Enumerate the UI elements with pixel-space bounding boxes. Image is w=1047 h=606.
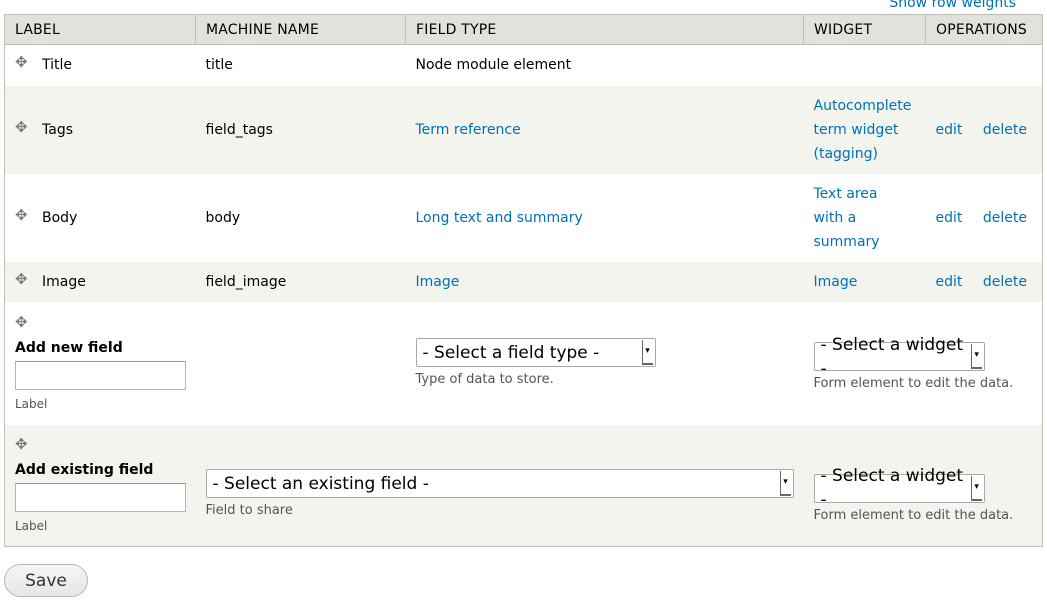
widget-select[interactable]: - Select a widget - ▾ <box>813 335 985 379</box>
label-cell: ✥ Title <box>4 44 196 86</box>
add-new-field-type-cell: - Select a field type - ▾ Type of data t… <box>405 301 804 425</box>
add-existing-field-title: Add existing field <box>15 461 154 478</box>
existing-field-label-input[interactable] <box>15 482 186 512</box>
add-existing-widget-cell: - Select a widget - ▾ Form element to ed… <box>803 424 1043 547</box>
table-header-row: LABEL MACHINE NAME FIELD TYPE WIDGET OPE… <box>4 14 1043 45</box>
widget-link-line: summary <box>813 233 880 250</box>
field-label: Body <box>42 209 78 226</box>
table-row-body: ✥ Body body Long text and summary Text a… <box>4 173 1043 262</box>
new-field-label-input[interactable] <box>15 360 186 390</box>
new-field-label-caption: Label <box>15 396 48 411</box>
delete-link[interactable]: delete <box>983 274 1027 290</box>
table-row-image: ✥ Image field_image Image Image edit del… <box>4 261 1043 302</box>
move-handle-icon[interactable]: ✥ <box>15 207 28 223</box>
machine-name: title <box>195 44 406 86</box>
edit-link[interactable]: edit <box>936 122 963 138</box>
widget-select-value: - Select a widget - <box>820 466 964 510</box>
column-header-label: LABEL <box>4 14 196 45</box>
column-header-field-type: FIELD TYPE <box>405 14 804 45</box>
widget-description: Form element to edit the data. <box>813 376 1014 392</box>
widget-description: Form element to edit the data. <box>813 507 1014 523</box>
machine-name: field_image <box>195 261 406 302</box>
add-new-field-title: Add new field <box>15 339 123 356</box>
add-existing-field-row: ✥ Add existing field Label - Select an e… <box>4 424 1043 547</box>
dropdown-arrow-icon: ▾ <box>970 344 982 370</box>
dropdown-arrow-icon: ▾ <box>641 340 653 365</box>
add-new-label-cell: ✥ Add new field Label <box>4 301 196 425</box>
add-existing-label-cell: ✥ Add existing field Label <box>4 424 196 547</box>
show-row-weights-link[interactable]: Show row weights <box>889 0 1016 12</box>
add-new-widget-cell: - Select a widget - ▾ Form element to ed… <box>803 301 1043 425</box>
field-type-select[interactable]: - Select a field type - ▾ <box>415 338 656 367</box>
widget-link-line: Autocomplete <box>813 97 912 114</box>
move-handle-icon[interactable]: ✥ <box>15 55 28 70</box>
delete-link[interactable]: delete <box>983 210 1027 226</box>
label-cell: ✥ Tags <box>4 85 196 174</box>
operations-cell: edit delete <box>925 261 1043 302</box>
field-label: Tags <box>42 121 73 138</box>
widget-cell <box>803 44 926 86</box>
column-header-operations: OPERATIONS <box>925 14 1043 45</box>
widget-link-line: term widget <box>813 121 899 138</box>
column-header-widget: WIDGET <box>803 14 926 45</box>
dropdown-arrow-icon: ▾ <box>970 475 982 501</box>
widget-select[interactable]: - Select a widget - ▾ <box>813 466 985 510</box>
operations-cell <box>925 44 1043 86</box>
add-new-machine-name-cell <box>195 301 406 425</box>
move-handle-icon[interactable]: ✥ <box>15 436 186 452</box>
field-type-description: Type of data to store. <box>415 372 554 387</box>
table-row-title: ✥ Title title Node module element <box>4 44 1043 86</box>
widget-link[interactable]: Text area with a summary <box>814 186 880 250</box>
widget-link-line: Text area <box>813 185 878 202</box>
edit-link[interactable]: edit <box>936 210 963 226</box>
save-button[interactable]: Save <box>4 564 88 597</box>
manage-fields-table: LABEL MACHINE NAME FIELD TYPE WIDGET OPE… <box>4 14 1043 547</box>
field-type-link[interactable]: Image <box>416 274 460 290</box>
label-cell: ✥ Image <box>4 261 196 302</box>
move-handle-icon[interactable]: ✥ <box>15 271 28 287</box>
operations-cell: edit delete <box>925 85 1043 174</box>
field-type-link[interactable]: Long text and summary <box>416 210 583 226</box>
move-handle-icon[interactable]: ✥ <box>15 119 28 135</box>
existing-field-label-caption: Label <box>15 518 48 533</box>
field-label: Title <box>42 57 73 74</box>
delete-link[interactable]: delete <box>983 122 1027 138</box>
dropdown-arrow-icon: ▾ <box>779 471 791 497</box>
machine-name: field_tags <box>195 85 406 174</box>
existing-field-select-value: - Select an existing field - <box>212 473 429 494</box>
field-label: Image <box>42 273 86 290</box>
widget-link[interactable]: Image <box>814 274 858 290</box>
field-type: Node module element <box>405 44 804 86</box>
add-new-field-row: ✥ Add new field Label - Select a field t… <box>4 301 1043 425</box>
edit-link[interactable]: edit <box>936 274 963 290</box>
machine-name: body <box>195 173 406 262</box>
field-type-select-value: - Select a field type - <box>422 342 600 363</box>
existing-field-description: Field to share <box>205 503 293 519</box>
label-cell: ✥ Body <box>4 173 196 262</box>
table-row-tags: ✥ Tags field_tags Term reference Autocom… <box>4 85 1043 174</box>
move-handle-icon[interactable]: ✥ <box>15 314 186 330</box>
add-existing-field-cell: - Select an existing field - ▾ Field to … <box>195 424 804 547</box>
existing-field-select[interactable]: - Select an existing field - ▾ <box>205 469 794 499</box>
widget-select-value: - Select a widget - <box>820 334 964 379</box>
column-header-machine-name: MACHINE NAME <box>195 14 406 45</box>
widget-link-line: with a <box>813 209 857 226</box>
widget-link[interactable]: Autocomplete term widget (tagging) <box>814 98 912 162</box>
operations-cell: edit delete <box>925 173 1043 262</box>
field-type-link[interactable]: Term reference <box>416 122 521 138</box>
widget-link-line: (tagging) <box>813 145 878 162</box>
